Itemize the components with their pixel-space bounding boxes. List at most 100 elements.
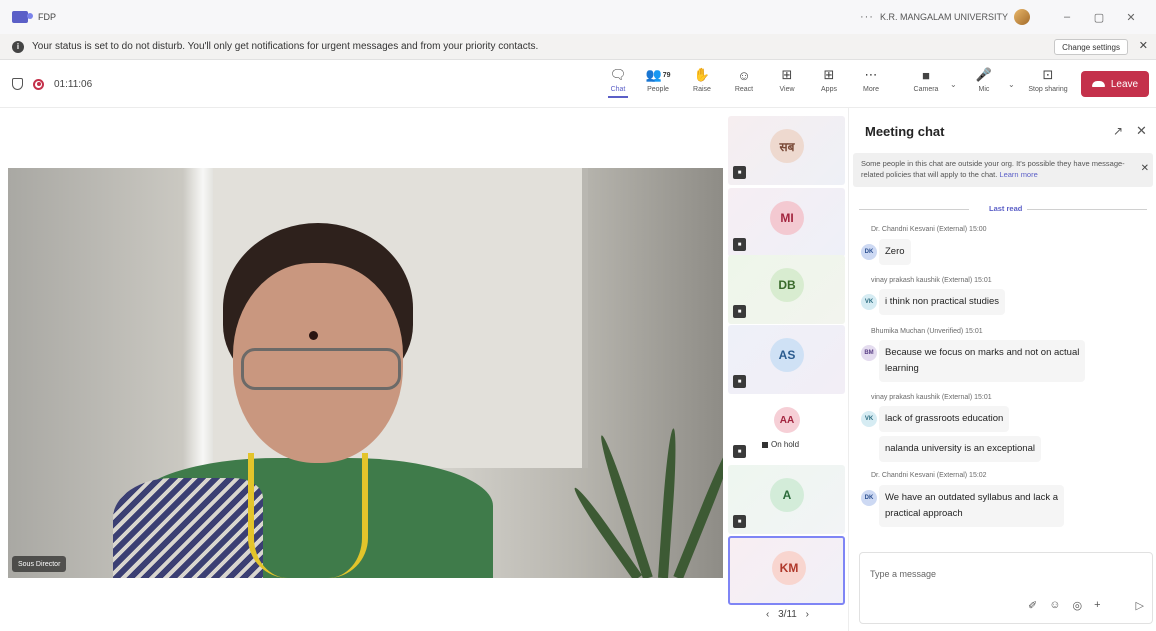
raise-label: Raise [693,86,711,93]
video-stage: Sous Director [0,108,727,631]
message-avatar: VK [861,411,877,427]
muted-mic-icon: ■ [733,445,746,458]
presenter-glasses [241,348,401,390]
main-video-feed[interactable]: Sous Director [8,168,723,578]
presenter-bindi [309,331,318,340]
presenter-figure [113,223,493,578]
minimize-button[interactable]: – [1054,11,1080,23]
participant-tile-selected[interactable]: KM [728,536,845,605]
message-bubble[interactable]: i think non practical studies [879,289,1006,315]
add-icon[interactable]: + [1094,599,1100,612]
camera-button[interactable]: ■ Camera [908,66,944,94]
stop-share-icon: ⊡ [1042,67,1054,82]
meeting-toolbar: 01:11:06 🗨 Chat 👥 79 People ✋ Raise ☺ Rea… [0,60,1156,108]
message-avatar: DK [861,490,877,506]
message-meta: vinay prakash kaushik (External) 15:01 [871,277,992,284]
chat-close-icon[interactable]: ✕ [1136,123,1147,139]
info-icon: i [12,40,24,53]
participant-avatar: सब [770,129,804,163]
org-name[interactable]: K.R. MANGALAM UNIVERSITY [880,12,1008,22]
participant-avatar: DB [770,268,804,302]
message-bubble[interactable]: Zero [879,239,911,265]
message-avatar: VK [861,294,877,310]
title-bar-right: ··· K.R. MANGALAM UNIVERSITY – ▢ ✕ [860,0,1144,34]
stop-sharing-button[interactable]: ⊡ Stop sharing [1028,66,1068,93]
mic-button[interactable]: 🎤 Mic [966,66,1002,93]
presenter-saree [113,478,263,578]
last-read-divider: Last read [859,204,1147,214]
notification-close-icon[interactable]: ✕ [1139,39,1148,52]
meeting-timer: 01:11:06 [54,78,93,90]
notification-text: Your status is set to do not disturb. Yo… [32,41,539,52]
apps-button[interactable]: ⊞ Apps [811,66,847,93]
participant-tile[interactable]: AS ■ [728,325,845,394]
view-label: View [779,86,795,93]
maximize-button[interactable]: ▢ [1086,11,1112,24]
pop-out-icon[interactable]: ↗ [1113,124,1123,138]
pause-icon [762,441,768,448]
teams-logo-icon [12,11,33,23]
message-bubble[interactable]: Because we focus on marks and not on act… [879,340,1086,382]
view-button[interactable]: ⊞ View [769,66,805,93]
shield-icon[interactable] [12,78,23,90]
leave-button[interactable]: Leave [1081,71,1149,97]
format-icon[interactable]: ✐ [1028,599,1037,612]
message-bubble[interactable]: lack of grassroots education [879,406,1010,432]
message-avatar: BM [861,345,877,361]
plant-leaf [658,428,679,578]
close-window-button[interactable]: ✕ [1118,11,1144,24]
message-bubble[interactable]: nalanda university is an exceptional [879,436,1041,462]
participant-avatar: AS [770,338,804,372]
raise-hand-button[interactable]: ✋ Raise [684,66,720,93]
participant-avatar: MI [770,201,804,235]
camera-icon: ■ [922,67,930,83]
participant-tile-on-hold[interactable]: AA On hold ■ [728,395,845,464]
smile-icon: ☺ [737,67,751,83]
muted-mic-icon: ■ [733,305,746,318]
presenter-lanyard [248,453,368,578]
chat-button[interactable]: 🗨 Chat [600,66,636,98]
participant-avatar: KM [772,551,806,585]
profile-avatar[interactable] [1014,9,1030,25]
hang-up-icon [1091,81,1105,87]
participant-strip: सब ■ MI ■ DB ■ AS ■ AA On hold ■ A ■ KM … [727,108,848,631]
participant-tile[interactable]: MI ■ [728,188,845,257]
sticker-icon[interactable]: ◎ [1072,599,1082,612]
learn-more-link[interactable]: Learn more [999,170,1037,179]
message-meta: Dr. Chandni Kesvani (External) 15:02 [871,472,987,479]
muted-mic-icon: ■ [733,375,746,388]
react-button[interactable]: ☺ React [726,66,762,94]
chevron-right-icon[interactable]: › [806,609,809,620]
send-icon[interactable]: ▷ [1136,599,1144,612]
message-input[interactable] [870,569,1130,579]
emoji-icon[interactable]: ☺ [1049,599,1060,612]
banner-text: Some people in this chat are outside you… [861,159,1125,179]
message-avatar: DK [861,244,877,260]
muted-mic-icon: ■ [733,515,746,528]
banner-close-icon[interactable]: ✕ [1141,163,1149,174]
stop-sharing-label: Stop sharing [1028,86,1068,93]
leave-label: Leave [1110,78,1139,90]
more-label: More [863,86,879,93]
participant-tile[interactable]: A ■ [728,465,845,534]
participant-tile[interactable]: DB ■ [728,255,845,324]
message-meta: vinay prakash kaushik (External) 15:01 [871,394,992,401]
message-bubble[interactable]: We have an outdated syllabus and lack a … [879,485,1065,527]
chat-label: Chat [610,86,626,93]
change-settings-button[interactable]: Change settings [1054,39,1128,55]
message-line: Because we focus on marks and not on act… [885,347,1080,358]
participant-avatar: AA [774,407,800,433]
message-line: learning [885,363,919,374]
react-label: React [734,86,754,93]
mic-chevron-down-icon[interactable]: ⌄ [1008,80,1015,89]
camera-chevron-down-icon[interactable]: ⌄ [950,80,957,89]
chat-icon: 🗨 [609,67,627,82]
message-meta: Bhumika Muchan (Unverified) 15:01 [871,328,983,335]
muted-mic-icon: ■ [733,238,746,251]
more-button[interactable]: ⋯ More [853,66,889,93]
meeting-chat-panel: Meeting chat ↗ ✕ Some people in this cha… [848,108,1156,631]
participant-tile[interactable]: सब ■ [728,116,845,185]
chevron-left-icon[interactable]: ‹ [766,609,769,620]
more-options-icon[interactable]: ··· [860,11,874,23]
people-button[interactable]: 👥 79 People [640,66,676,93]
